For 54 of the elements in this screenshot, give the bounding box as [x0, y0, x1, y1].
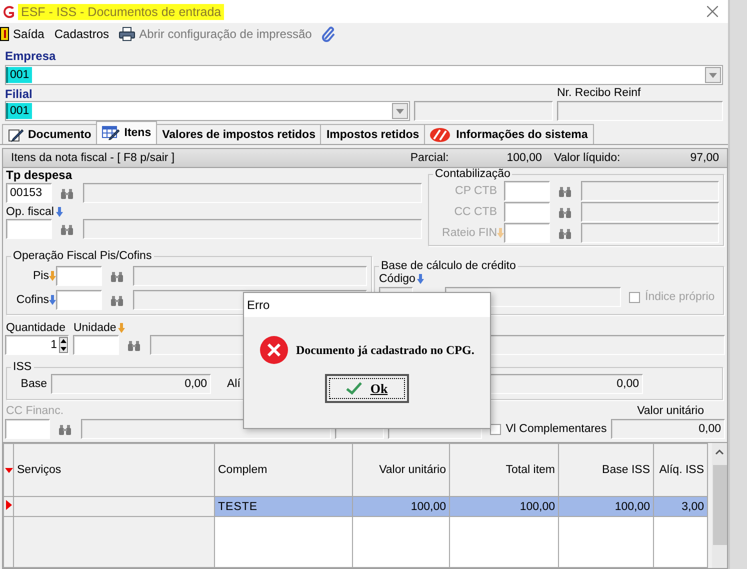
field-label: Op. fiscal [6, 206, 54, 218]
column-header[interactable]: Valor unitário [352, 444, 450, 496]
company-dropdown[interactable]: 001 [5, 65, 723, 85]
field-label: CC CTB [453, 206, 497, 218]
table-cell: 100,00 [450, 496, 558, 516]
ok-button[interactable]: Ok [325, 374, 409, 403]
group-title: ISS [12, 361, 33, 373]
net-value-label: Valor líquido: [554, 152, 620, 164]
field-label: Tp despesa [6, 168, 74, 183]
checkbox-label: Índice próprio [645, 291, 715, 303]
field-label: Filial [5, 87, 34, 101]
group-title: Contabilização [434, 168, 512, 180]
branch-dropdown[interactable]: 001 [5, 101, 410, 121]
toolbar-button[interactable]: Saída [0, 26, 48, 40]
table-cell: 100,00 [558, 496, 654, 516]
field-label: Unidade [73, 322, 116, 334]
field-label: Código [379, 273, 416, 285]
field-label: CC Financ. [6, 404, 64, 416]
partial-value: 100,00 [506, 152, 542, 164]
field-label: Rateio FIN [441, 227, 497, 239]
column-header[interactable]: Serviços [14, 444, 214, 496]
group-title: Operação Fiscal Pis/Cofins [12, 250, 153, 262]
field-label: Valor unitário [637, 404, 704, 416]
error-message: Documento já cadastrado no CPG. [296, 342, 474, 358]
field-label: Nr. Recibo Reinf [557, 87, 642, 101]
input-field: 0,00 [610, 419, 725, 439]
group-title: Base de cálculo de crédito [380, 260, 517, 272]
field-label: Alí [227, 378, 240, 390]
toolbar-button[interactable]: Cadastros [54, 26, 114, 40]
table-cell: TESTE [214, 496, 352, 516]
field-label: Cofins [15, 294, 49, 306]
column-header[interactable]: Total item [450, 444, 558, 496]
table-cell: 3,00 [654, 496, 708, 516]
partial-label: Parcial: [410, 152, 449, 164]
dialog-title: Erro [244, 293, 490, 317]
window-title: ESF - ISS - Documentos de entrada [18, 4, 224, 20]
input-field[interactable]: 00153 [6, 183, 52, 203]
field-label: Empresa [5, 49, 57, 65]
field-label: CP CTB [454, 185, 497, 197]
tab[interactable]: Informações do sistema [424, 124, 594, 144]
column-header[interactable]: Base ISS [558, 444, 654, 496]
field-label: Base [20, 378, 47, 390]
tab[interactable]: Documento [2, 124, 98, 144]
net-value: 97,00 [690, 152, 719, 164]
column-header[interactable]: Alíq. ISS [654, 444, 708, 496]
quantity-spinner[interactable]: 1 [5, 335, 69, 355]
tab[interactable]: Itens [96, 121, 158, 144]
panel-title: Itens da nota fiscal - [ F8 p/sair ] [11, 152, 175, 164]
column-header[interactable]: Complem [214, 444, 352, 496]
field-label: Pis [32, 270, 49, 282]
input-field: 0,00 [51, 374, 211, 394]
field-label: Quantidade [6, 322, 66, 334]
checkbox-label: Vl Complementares [506, 423, 607, 435]
table-cell: 100,00 [352, 496, 450, 516]
